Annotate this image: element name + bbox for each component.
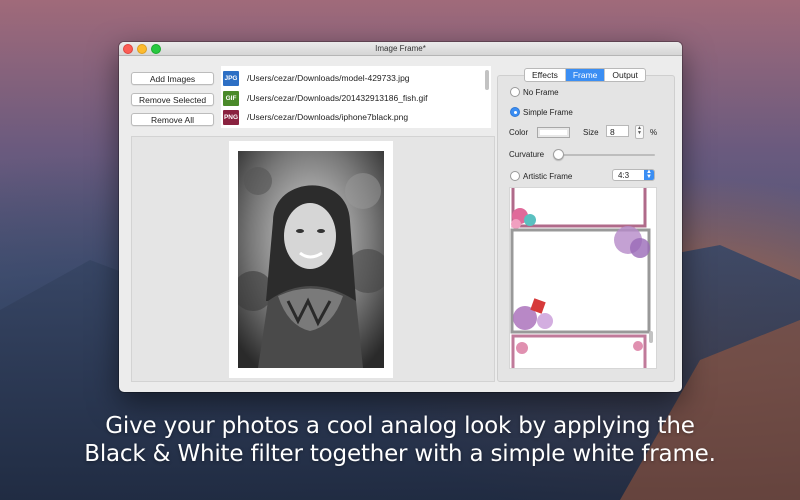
gallery-scrollbar[interactable] bbox=[649, 331, 653, 343]
close-window-button[interactable] bbox=[123, 44, 133, 54]
artistic-frame-radio[interactable] bbox=[510, 171, 520, 181]
aspect-ratio-value: 4:3 bbox=[618, 171, 630, 180]
curvature-label: Curvature bbox=[509, 150, 545, 159]
title-bar: Image Frame* bbox=[119, 42, 682, 56]
aspect-ratio-select[interactable]: 4:3 ▲ ▼ bbox=[612, 169, 655, 181]
artistic-frame-gallery[interactable] bbox=[509, 187, 657, 369]
zoom-window-button[interactable] bbox=[151, 44, 161, 54]
artistic-frame-thumbnails bbox=[510, 188, 656, 368]
file-list-item[interactable]: PNG /Users/cezar/Downloads/iphone7black.… bbox=[223, 108, 408, 126]
frame-color-well[interactable] bbox=[537, 127, 570, 138]
jpg-file-icon: JPG bbox=[223, 70, 239, 86]
size-input[interactable]: 8 bbox=[606, 125, 629, 137]
tab-frame[interactable]: Frame bbox=[564, 69, 605, 81]
preview-photo bbox=[238, 151, 384, 368]
no-frame-radio[interactable] bbox=[510, 87, 520, 97]
size-stepper[interactable]: ▲ ▼ bbox=[635, 125, 644, 139]
percent-label: % bbox=[650, 128, 658, 137]
add-images-button[interactable]: Add Images bbox=[131, 72, 214, 85]
remove-selected-button[interactable]: Remove Selected bbox=[131, 93, 214, 106]
no-frame-option[interactable]: No Frame bbox=[510, 87, 559, 97]
app-window: Image Frame* Add Images Remove Selected … bbox=[119, 42, 682, 392]
curvature-slider-knob[interactable] bbox=[553, 149, 564, 160]
simple-frame-option[interactable]: Simple Frame bbox=[510, 107, 573, 117]
tab-effects[interactable]: Effects bbox=[525, 69, 565, 81]
simple-frame-radio[interactable] bbox=[510, 107, 520, 117]
settings-tabs: Effects Frame Output bbox=[524, 68, 646, 82]
file-path: /Users/cezar/Downloads/iphone7black.png bbox=[247, 112, 409, 122]
tab-output[interactable]: Output bbox=[604, 69, 645, 81]
png-file-icon: PNG bbox=[223, 109, 239, 125]
minimize-window-button[interactable] bbox=[137, 44, 147, 54]
file-list-item[interactable]: GIF /Users/cezar/Downloads/201432913186_… bbox=[223, 89, 428, 107]
simple-frame-label: Simple Frame bbox=[523, 107, 573, 117]
file-path: /Users/cezar/Downloads/201432913186_fish… bbox=[247, 93, 428, 103]
size-label: Size bbox=[583, 128, 599, 137]
artistic-frame-label: Artistic Frame bbox=[523, 171, 573, 181]
file-list-item[interactable]: JPG /Users/cezar/Downloads/model-429733.… bbox=[223, 69, 410, 87]
simple-white-frame bbox=[229, 141, 393, 378]
caption-line-1: Give your photos a cool analog look by a… bbox=[105, 413, 695, 439]
portrait-photo-image bbox=[238, 151, 384, 368]
file-list-scrollbar[interactable] bbox=[485, 70, 489, 90]
color-label: Color bbox=[509, 128, 529, 137]
file-path: /Users/cezar/Downloads/model-429733.jpg bbox=[247, 73, 410, 83]
chevron-updown-icon: ▲ ▼ bbox=[644, 169, 654, 180]
no-frame-label: No Frame bbox=[523, 87, 559, 97]
gif-file-icon: GIF bbox=[223, 90, 239, 106]
curvature-slider-track[interactable] bbox=[555, 154, 655, 156]
file-list[interactable]: JPG /Users/cezar/Downloads/model-429733.… bbox=[221, 66, 491, 128]
remove-all-button[interactable]: Remove All bbox=[131, 113, 214, 126]
caption-line-2: Black & White filter together with a sim… bbox=[84, 441, 716, 467]
window-title: Image Frame* bbox=[375, 44, 426, 53]
image-preview-area bbox=[131, 136, 495, 382]
artistic-frame-option[interactable]: Artistic Frame bbox=[510, 171, 572, 181]
